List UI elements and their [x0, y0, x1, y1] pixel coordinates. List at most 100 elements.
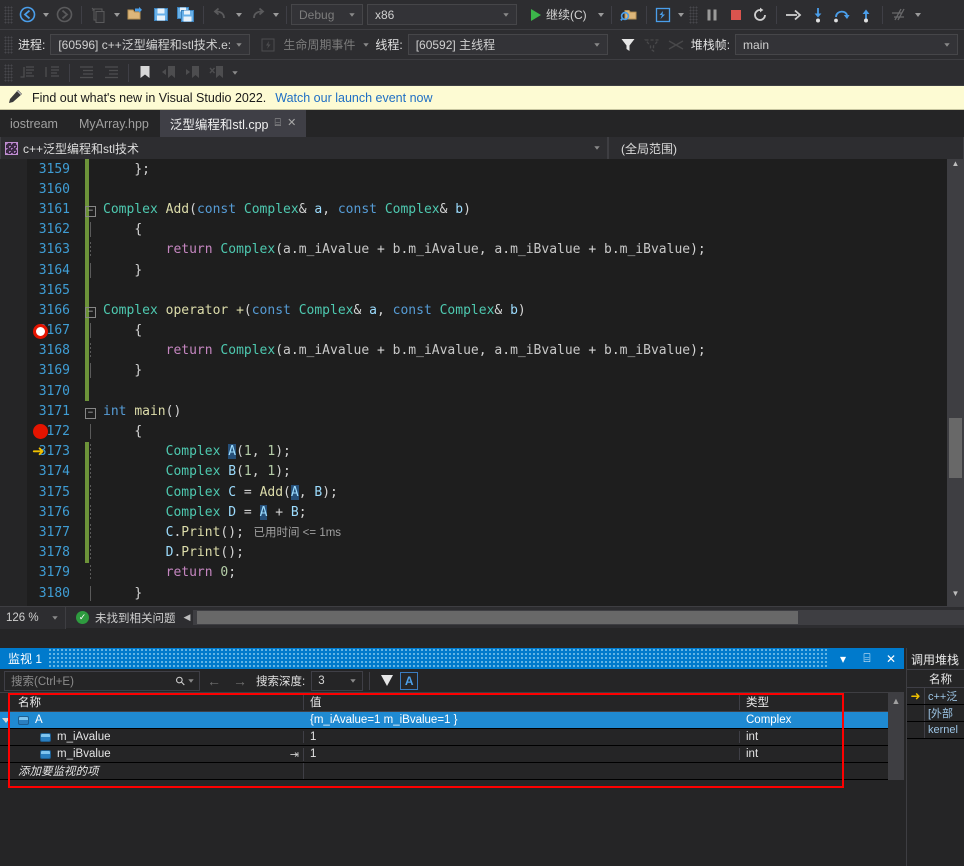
- stackframe-combo[interactable]: main: [735, 34, 958, 55]
- code-text[interactable]: Complex A(1, 1);: [79, 444, 291, 460]
- column-header-value[interactable]: 值: [304, 694, 740, 710]
- lifecycle-caret[interactable]: [363, 42, 370, 47]
- code-line[interactable]: 3168 return Complex(a.m_iAvalue + b.m_iA…: [27, 340, 947, 361]
- show-next-statement-button[interactable]: [781, 3, 806, 27]
- call-stack-column-header[interactable]: 名称: [907, 669, 964, 688]
- open-file-icon[interactable]: [123, 3, 149, 27]
- code-text[interactable]: Complex D = A + B;: [79, 504, 307, 520]
- navigate-back-button[interactable]: [15, 3, 40, 27]
- editor-scrollbar-thumb[interactable]: [949, 418, 962, 479]
- code-line[interactable]: 3172 {: [27, 421, 947, 441]
- stop-debugging-button[interactable]: [724, 3, 748, 27]
- hscroll-left-arrow[interactable]: ◀: [184, 612, 194, 623]
- restart-button[interactable]: [748, 3, 772, 27]
- search-depth-combo[interactable]: 3: [311, 670, 364, 691]
- increase-indent-icon[interactable]: [74, 61, 99, 85]
- code-line[interactable]: 3161− Complex Add(const Complex& a, const…: [27, 199, 947, 220]
- code-line[interactable]: 3167 {: [27, 320, 947, 341]
- breakpoint-gutter[interactable]: [0, 159, 27, 606]
- call-stack-row[interactable]: ➜ c++泛: [907, 688, 964, 705]
- match-case-button[interactable]: A: [400, 671, 419, 690]
- collapse-region-icon[interactable]: −: [85, 205, 96, 217]
- code-text[interactable]: }: [79, 262, 142, 278]
- watch-title-bar[interactable]: 监视 1 ▾ ⌸ ✕: [0, 648, 904, 669]
- clear-bookmarks-icon[interactable]: [205, 61, 229, 85]
- watch-add-placeholder[interactable]: 添加要监视的项: [12, 763, 304, 779]
- toolbar-grip[interactable]: [4, 5, 13, 24]
- collapse-region-icon[interactable]: −: [85, 407, 96, 419]
- breakpoint-disabled-icon[interactable]: [33, 323, 48, 339]
- toolbar-grip[interactable]: [4, 35, 13, 54]
- notification-link[interactable]: Watch our launch event now: [275, 91, 432, 105]
- scroll-up-arrow[interactable]: ▲: [888, 693, 904, 706]
- member-scope-combo[interactable]: (全局范围): [608, 137, 964, 159]
- search-options-caret[interactable]: [188, 678, 194, 683]
- watch-cell-name[interactable]: A: [12, 714, 304, 726]
- code-text[interactable]: return 0;: [79, 565, 236, 581]
- hscroll-track[interactable]: [193, 610, 964, 625]
- code-text[interactable]: }: [79, 585, 142, 601]
- threads-caret[interactable]: [914, 12, 921, 17]
- watch-cell-name[interactable]: m_iBvalue ⇥: [12, 747, 304, 761]
- call-stack-row[interactable]: kernel: [907, 722, 964, 739]
- toolbar-grip[interactable]: [688, 5, 698, 24]
- tab-stl-cpp[interactable]: 泛型编程和stl.cpp ⌸ ✕: [159, 110, 308, 137]
- step-over-button[interactable]: [830, 3, 854, 27]
- project-scope-combo[interactable]: c++泛型编程和stl技术: [0, 137, 608, 159]
- code-line[interactable]: 3162 {: [27, 219, 947, 240]
- code-line[interactable]: 3170: [27, 381, 947, 402]
- new-item-caret[interactable]: [114, 12, 120, 17]
- hot-reload-icon[interactable]: [651, 3, 675, 27]
- hot-reload-caret[interactable]: [677, 12, 684, 17]
- scroll-down-arrow[interactable]: ▼: [947, 589, 964, 606]
- watch-vertical-scrollbar[interactable]: ▲: [888, 693, 904, 780]
- watch-cell-value[interactable]: {m_iAvalue=1 m_iBvalue=1 }: [304, 714, 740, 726]
- code-text[interactable]: − int main(): [79, 404, 181, 419]
- editor-horizontal-scrollbar[interactable]: ◀: [184, 609, 964, 626]
- filter-icon[interactable]: [381, 675, 394, 686]
- redo-caret[interactable]: [273, 12, 279, 17]
- code-line[interactable]: 3177 C.Print(); 已用时间 <= 1ms: [27, 522, 947, 543]
- code-line[interactable]: 3165: [27, 280, 947, 301]
- close-window-icon[interactable]: ✕: [882, 652, 900, 666]
- code-line[interactable]: 3163 return Complex(a.m_iAvalue + b.m_iA…: [27, 239, 947, 260]
- code-line[interactable]: 3164 }: [27, 259, 947, 281]
- code-text[interactable]: };: [79, 162, 150, 177]
- code-line[interactable]: 3159 };: [27, 159, 947, 180]
- close-tab-icon[interactable]: ✕: [287, 118, 296, 129]
- text-editor-overflow-caret[interactable]: [232, 70, 238, 75]
- navigate-back-caret[interactable]: [43, 12, 49, 17]
- watch-add-row[interactable]: 添加要监视的项: [0, 763, 904, 780]
- undo-icon[interactable]: [208, 3, 233, 27]
- pin-window-icon[interactable]: ⌸: [858, 651, 876, 666]
- watch-table[interactable]: 名称 值 类型 A {m_iAvalue=1 m_iBvalue=1 } Compl…: [0, 693, 904, 788]
- code-line[interactable]: 3174 Complex B(1, 1);: [27, 461, 947, 482]
- uncomment-selection-icon[interactable]: [40, 61, 65, 85]
- code-line[interactable]: 3160: [27, 179, 947, 200]
- code-text[interactable]: − Complex Add(const Complex& a, const Com…: [79, 202, 471, 217]
- watch-row[interactable]: m_iAvalue 1 int: [0, 729, 904, 746]
- code-line[interactable]: 3175 Complex C = Add(A, B);: [27, 482, 947, 503]
- code-text[interactable]: − Complex operator +(const Complex& a, co…: [79, 303, 526, 318]
- save-all-icon[interactable]: [173, 3, 199, 27]
- watch-rows-container[interactable]: A {m_iAvalue=1 m_iBvalue=1 } Complex m_iAva…: [0, 712, 904, 780]
- column-header-type[interactable]: 类型: [740, 694, 844, 710]
- call-stack-row[interactable]: [外部: [907, 705, 964, 722]
- step-into-button[interactable]: [806, 3, 830, 27]
- zoom-level-combo[interactable]: 126 %: [0, 606, 66, 629]
- watch-cell-name[interactable]: m_iAvalue: [12, 731, 304, 743]
- next-bookmark-icon[interactable]: [181, 61, 205, 85]
- refresh-value-icon[interactable]: ⇥: [290, 748, 299, 761]
- tab-iostream[interactable]: iostream: [0, 110, 69, 137]
- thread-combo[interactable]: [60592] 主线程: [407, 34, 608, 55]
- code-lines-container[interactable]: 3159 }; 3160 3161− Complex Add(const Comple…: [27, 159, 947, 606]
- undo-caret[interactable]: [236, 12, 242, 17]
- search-next-icon[interactable]: →: [228, 673, 252, 689]
- process-combo[interactable]: [60596] c++泛型编程和stl技术.e:: [50, 34, 251, 55]
- previous-bookmark-icon[interactable]: [157, 61, 181, 85]
- continue-caret[interactable]: [597, 12, 604, 17]
- code-text[interactable]: return Complex(a.m_iAvalue + b.m_iAvalue…: [79, 242, 706, 258]
- lifecycle-events-icon[interactable]: [256, 33, 280, 57]
- code-text[interactable]: }: [79, 363, 142, 379]
- new-item-icon[interactable]: [86, 3, 111, 27]
